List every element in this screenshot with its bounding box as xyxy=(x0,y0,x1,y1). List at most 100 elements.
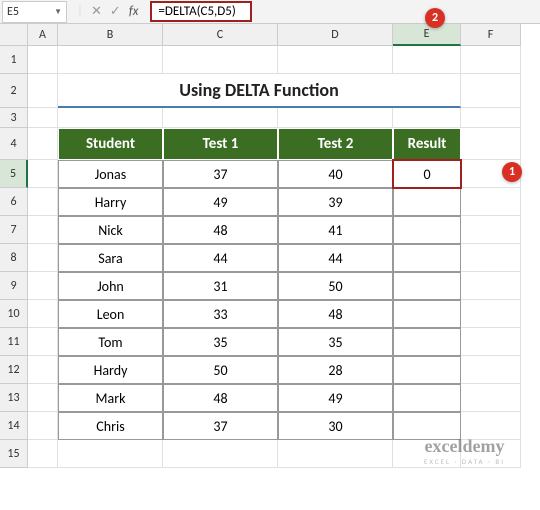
test1-cell[interactable]: 50 xyxy=(163,356,278,384)
cell[interactable] xyxy=(461,188,521,216)
cell[interactable] xyxy=(461,216,521,244)
fx-icon[interactable]: fx xyxy=(129,4,139,19)
select-all-corner[interactable] xyxy=(0,24,28,46)
test2-cell[interactable]: 40 xyxy=(278,160,393,188)
cell[interactable] xyxy=(461,300,521,328)
student-cell[interactable]: Tom xyxy=(58,328,163,356)
row-head-5[interactable]: 5 xyxy=(0,160,28,188)
row-head-14[interactable]: 14 xyxy=(0,412,28,440)
test2-cell[interactable]: 41 xyxy=(278,216,393,244)
formula-input[interactable]: =DELTA(C5,D5) xyxy=(150,1,251,22)
cell[interactable] xyxy=(163,440,278,468)
cell[interactable] xyxy=(461,46,521,74)
cell[interactable] xyxy=(28,216,58,244)
cell[interactable] xyxy=(28,74,58,108)
test1-cell[interactable]: 37 xyxy=(163,412,278,440)
result-cell[interactable] xyxy=(393,328,461,356)
cell[interactable] xyxy=(278,46,393,74)
row-head-8[interactable]: 8 xyxy=(0,244,28,272)
header-test1[interactable]: Test 1 xyxy=(163,128,278,160)
cell[interactable] xyxy=(461,128,521,160)
student-cell[interactable]: Nick xyxy=(58,216,163,244)
student-cell[interactable]: Chris xyxy=(58,412,163,440)
result-cell[interactable] xyxy=(393,272,461,300)
row-head-1[interactable]: 1 xyxy=(0,46,28,74)
student-cell[interactable]: Leon xyxy=(58,300,163,328)
cell[interactable] xyxy=(28,272,58,300)
confirm-icon[interactable]: ✓ xyxy=(110,4,121,19)
result-cell[interactable]: 0 xyxy=(393,160,461,188)
student-cell[interactable]: Jonas xyxy=(58,160,163,188)
chevron-down-icon[interactable]: ▼ xyxy=(54,7,62,17)
row-head-13[interactable]: 13 xyxy=(0,384,28,412)
col-head-b[interactable]: B xyxy=(58,24,163,46)
cell[interactable] xyxy=(28,188,58,216)
test1-cell[interactable]: 48 xyxy=(163,216,278,244)
cell[interactable] xyxy=(163,108,278,128)
col-head-f[interactable]: F xyxy=(461,24,521,46)
name-box[interactable]: E5 ▼ xyxy=(2,1,67,23)
result-cell[interactable] xyxy=(393,216,461,244)
test2-cell[interactable]: 50 xyxy=(278,272,393,300)
cell[interactable] xyxy=(461,272,521,300)
cell[interactable] xyxy=(28,300,58,328)
title-cell[interactable]: Using DELTA Function xyxy=(58,74,461,108)
row-head-4[interactable]: 4 xyxy=(0,128,28,160)
result-cell[interactable] xyxy=(393,356,461,384)
test2-cell[interactable]: 35 xyxy=(278,328,393,356)
col-head-a[interactable]: A xyxy=(28,24,58,46)
test2-cell[interactable]: 44 xyxy=(278,244,393,272)
cell[interactable] xyxy=(461,108,521,128)
test2-cell[interactable]: 39 xyxy=(278,188,393,216)
cell[interactable] xyxy=(461,244,521,272)
cell[interactable] xyxy=(58,440,163,468)
test1-cell[interactable]: 35 xyxy=(163,328,278,356)
row-head-12[interactable]: 12 xyxy=(0,356,28,384)
cell[interactable] xyxy=(58,46,163,74)
cell[interactable] xyxy=(393,108,461,128)
col-head-d[interactable]: D xyxy=(278,24,393,46)
test2-cell[interactable]: 49 xyxy=(278,384,393,412)
cell[interactable] xyxy=(163,46,278,74)
cell[interactable] xyxy=(461,384,521,412)
header-result[interactable]: Result xyxy=(393,128,461,160)
student-cell[interactable]: Harry xyxy=(58,188,163,216)
cell[interactable] xyxy=(461,328,521,356)
cell[interactable] xyxy=(28,328,58,356)
row-head-3[interactable]: 3 xyxy=(0,108,28,128)
test1-cell[interactable]: 49 xyxy=(163,188,278,216)
row-head-6[interactable]: 6 xyxy=(0,188,28,216)
test1-cell[interactable]: 44 xyxy=(163,244,278,272)
cancel-icon[interactable]: ✕ xyxy=(91,4,102,19)
cell[interactable] xyxy=(28,244,58,272)
cell[interactable] xyxy=(278,108,393,128)
row-head-10[interactable]: 10 xyxy=(0,300,28,328)
test2-cell[interactable]: 30 xyxy=(278,412,393,440)
cell[interactable] xyxy=(58,108,163,128)
cell[interactable] xyxy=(278,440,393,468)
cell[interactable] xyxy=(28,412,58,440)
row-head-2[interactable]: 2 xyxy=(0,74,28,108)
result-cell[interactable] xyxy=(393,244,461,272)
cell[interactable] xyxy=(28,160,58,188)
result-cell[interactable] xyxy=(393,384,461,412)
test2-cell[interactable]: 28 xyxy=(278,356,393,384)
student-cell[interactable]: John xyxy=(58,272,163,300)
cell[interactable] xyxy=(28,108,58,128)
row-head-7[interactable]: 7 xyxy=(0,216,28,244)
cell[interactable] xyxy=(393,46,461,74)
cell[interactable] xyxy=(28,356,58,384)
row-head-15[interactable]: 15 xyxy=(0,440,28,468)
row-head-9[interactable]: 9 xyxy=(0,272,28,300)
student-cell[interactable]: Sara xyxy=(58,244,163,272)
result-cell[interactable] xyxy=(393,300,461,328)
cell[interactable] xyxy=(461,74,521,108)
test2-cell[interactable]: 48 xyxy=(278,300,393,328)
cell[interactable] xyxy=(28,128,58,160)
cell[interactable] xyxy=(28,384,58,412)
cell[interactable] xyxy=(461,356,521,384)
student-cell[interactable]: Hardy xyxy=(58,356,163,384)
cell[interactable] xyxy=(28,46,58,74)
cell[interactable] xyxy=(28,440,58,468)
test1-cell[interactable]: 37 xyxy=(163,160,278,188)
